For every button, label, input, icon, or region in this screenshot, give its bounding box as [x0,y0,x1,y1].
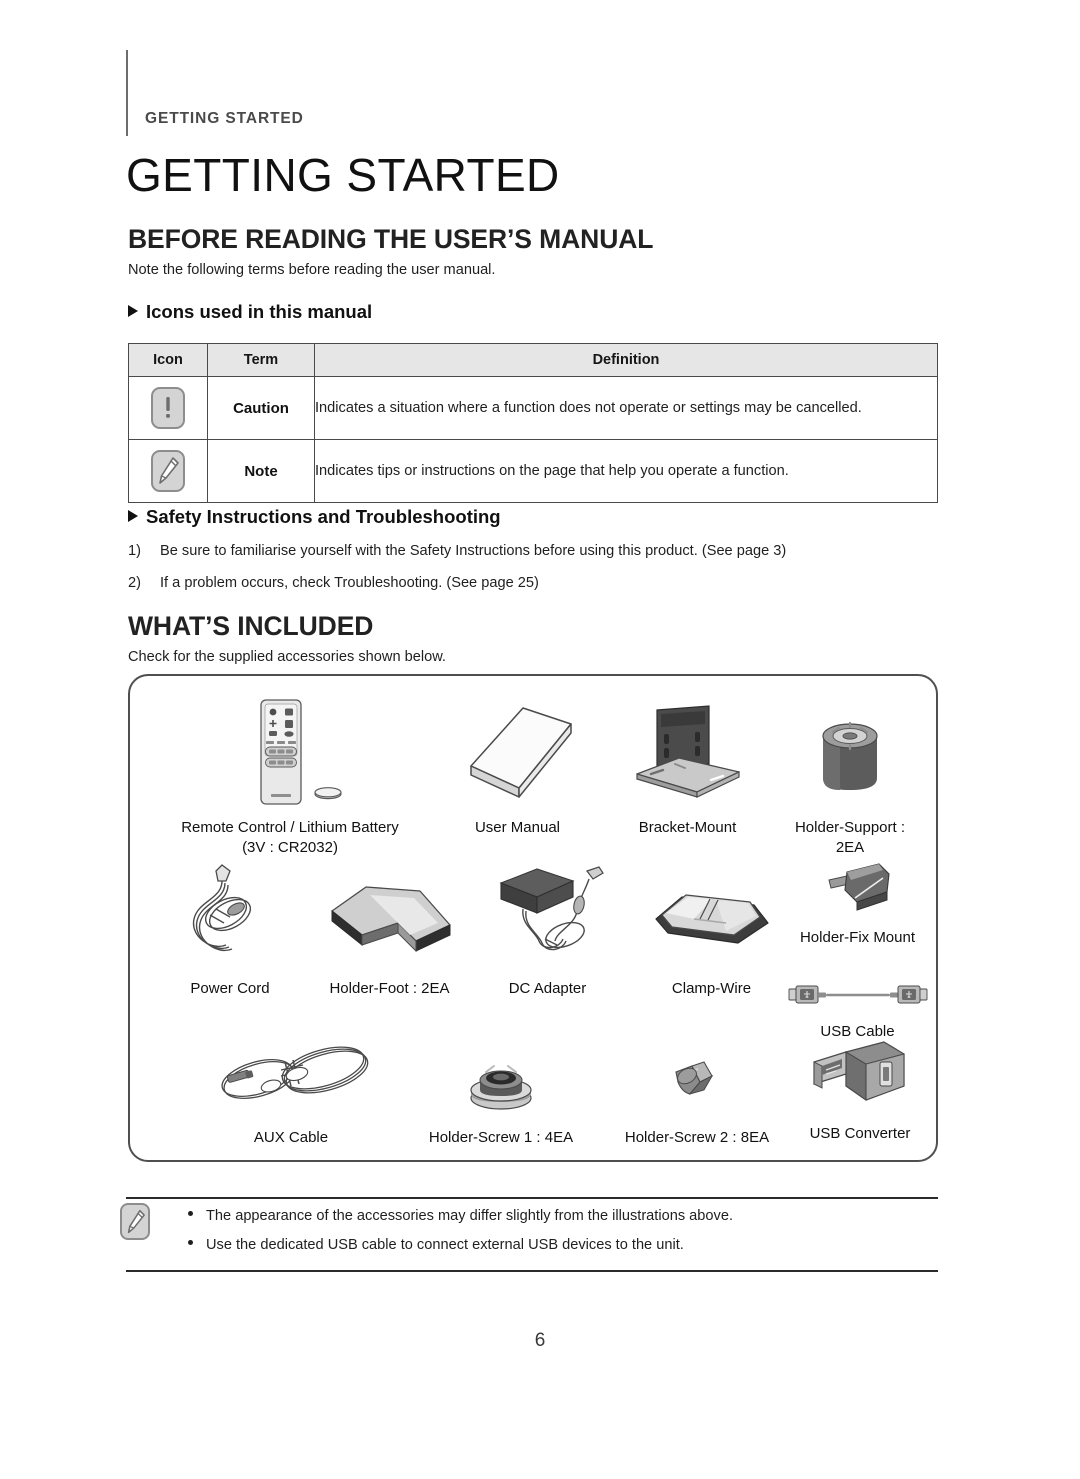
note-definition: Indicates tips or instructions on the pa… [314,439,938,503]
note-icon-cell [128,439,208,503]
note-bullet-item: The appearance of the accessories may di… [188,1208,733,1224]
note-pencil-icon [151,450,185,492]
accessory-label-bracket-mount: Bracket-Mount [638,819,737,836]
accessory-holder-screw-1: Holder-Screw 1 : 4EA [402,1036,600,1148]
accessory-dc-adapter: DC Adapter [460,861,635,999]
accessory-label-holder-support: Holder-Support : 2EA [794,819,906,857]
note-pencil-icon [120,1203,150,1240]
table-header-term: Term [207,343,315,377]
usb-cable-illustration [775,972,940,1012]
accessory-label-user-manual: User Manual [474,819,561,836]
accessory-label-holder-screw-2: Holder-Screw 2 : 8EA [624,1129,770,1146]
holder-screw-1-illustration [402,1036,600,1114]
note-bottom-rule [126,1270,938,1272]
bullet-dot-icon [188,1240,193,1245]
holder-fix-mount-illustration [775,858,940,920]
triangle-bullet-icon [128,305,138,317]
note-bullet-text-2: Use the dedicated USB cable to connect e… [206,1237,684,1253]
clamp-wire-illustration [624,861,799,961]
table-row: Caution Indicates a situation where a fu… [128,376,938,440]
accessory-label-holder-fix-mount: Holder-Fix Mount [799,929,916,946]
icons-table: Icon Term Definition Caution Indicates a… [128,343,938,503]
subheading-icons-used: Icons used in this manual [128,301,372,323]
page-number: 6 [534,1330,546,1351]
before-reading-intro: Note the following terms before reading … [128,262,496,278]
accessory-usb-converter: USB Converter [780,1034,940,1144]
table-row: Note Indicates tips or instructions on t… [128,439,938,503]
caution-exclamation-icon [151,387,185,429]
note-bullet-list: The appearance of the accessories may di… [188,1208,733,1266]
whats-included-intro: Check for the supplied accessories shown… [128,649,446,665]
accessory-label-aux-cable: AUX Cable [253,1129,329,1146]
accessory-aux-cable: AUX Cable [182,1036,400,1148]
accessory-label-holder-screw-1: Holder-Screw 1 : 4EA [428,1129,574,1146]
note-term: Note [207,439,315,503]
note-top-rule [126,1197,938,1199]
safety-list-item-2: 2) If a problem occurs, check Troublesho… [128,575,928,591]
caution-term: Caution [207,376,315,440]
safety-list-item-1: 1) Be sure to familiarise yourself with … [128,543,928,559]
section-heading-before-reading: BEFORE READING THE USER’S MANUAL [128,224,654,254]
running-head: GETTING STARTED [145,110,304,127]
accessory-bracket-mount: Bracket-Mount [600,698,775,838]
triangle-bullet-icon [128,510,138,522]
page-title: GETTING STARTED [126,149,560,201]
accessory-holder-fix-mount: Holder-Fix Mount [775,858,940,948]
accessory-holder-support: Holder-Support : 2EA [770,698,930,859]
table-header-definition: Definition [314,343,938,377]
dc-adapter-illustration [460,861,635,961]
aux-cable-illustration [182,1036,400,1114]
accessory-label-dc-adapter: DC Adapter [508,980,587,997]
subheading-safety-label: Safety Instructions and Troubleshooting [146,506,501,527]
manual-page: GETTING STARTED GETTING STARTED BEFORE R… [0,0,1080,1479]
accessory-usb-cable: USB Cable [775,972,940,1042]
table-header-icon: Icon [128,343,208,377]
safety-item-1-text: Be sure to familiarise yourself with the… [160,543,787,559]
safety-item-2-text: If a problem occurs, check Troubleshooti… [160,575,539,591]
table-header-row: Icon Term Definition [128,343,938,377]
subheading-icons-used-label: Icons used in this manual [146,301,373,322]
usb-converter-illustration [780,1034,940,1114]
safety-item-1-number: 1) [128,543,141,559]
accessory-label-usb-converter: USB Converter [809,1125,911,1142]
accessory-user-manual: User Manual [430,698,605,838]
accessory-remote-control: Remote Control / Lithium Battery (3V : C… [150,698,430,859]
bracket-mount-illustration [600,698,775,806]
caution-icon-cell [128,376,208,440]
accessory-label-clamp-wire: Clamp-Wire [671,980,752,997]
safety-item-2-number: 2) [128,575,141,591]
caution-definition: Indicates a situation where a function d… [314,376,938,440]
section-heading-whats-included: WHAT’S INCLUDED [128,611,374,641]
note-bullet-text-1: The appearance of the accessories may di… [206,1208,733,1224]
remote-control-illustration [150,698,430,806]
accessory-clamp-wire: Clamp-Wire [624,861,799,999]
accessory-label-remote-control: Remote Control / Lithium Battery (3V : C… [181,819,399,857]
holder-support-illustration [770,698,930,806]
accessory-holder-screw-2: Holder-Screw 2 : 8EA [598,1036,796,1148]
subheading-safety-instructions: Safety Instructions and Troubleshooting [128,506,501,528]
holder-screw-2-illustration [598,1036,796,1114]
running-head-rule [126,50,128,136]
bullet-dot-icon [188,1211,193,1216]
note-bullet-item: Use the dedicated USB cable to connect e… [188,1237,733,1253]
user-manual-illustration [430,698,605,806]
accessories-panel: Remote Control / Lithium Battery (3V : C… [128,674,938,1162]
